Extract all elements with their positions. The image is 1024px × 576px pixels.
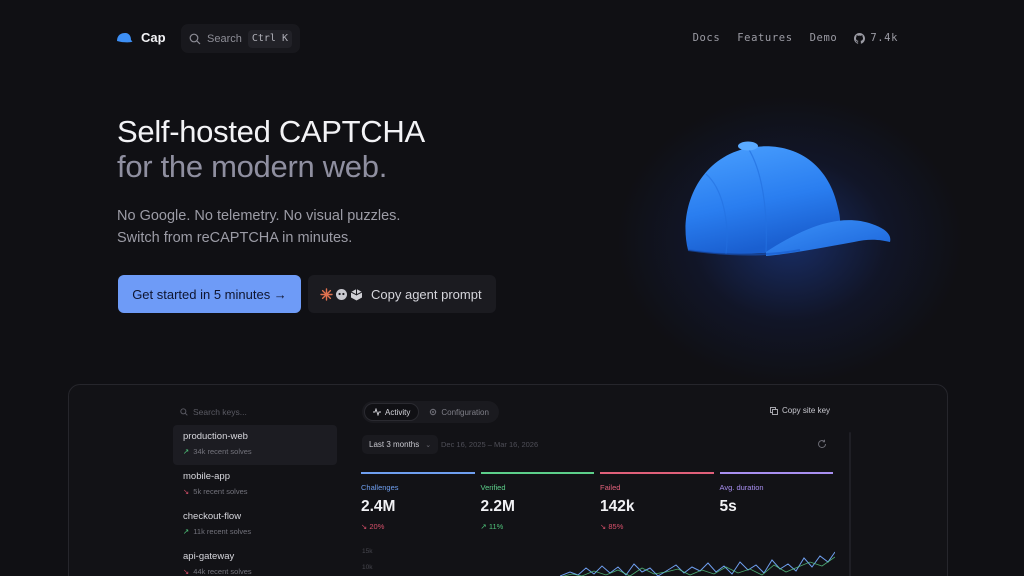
chart-axis-label: 10k <box>362 564 373 571</box>
stat-label: Avg. duration <box>719 483 764 492</box>
copy-icon <box>770 406 778 415</box>
get-started-button[interactable]: Get started in 5 minutes → <box>118 275 301 313</box>
site-key-item[interactable]: checkout-flow ↗ 11k recent solves <box>173 505 337 545</box>
stat-label: Failed <box>600 483 621 492</box>
site-key-meta: ↘ 5k recent solves <box>183 486 327 498</box>
github-icon <box>854 32 866 44</box>
site-key-solves: 34k recent solves <box>193 447 252 456</box>
github-link[interactable]: 7.4k <box>854 32 898 44</box>
agent-icons <box>320 287 363 301</box>
claude-icon <box>320 287 333 301</box>
cursor-icon <box>350 288 363 300</box>
brand-name: Cap <box>141 30 166 45</box>
date-range-text: Dec 16, 2025 – Mar 16, 2026 <box>441 440 539 449</box>
tab-configuration[interactable]: Configuration <box>421 403 497 421</box>
site-key-name: mobile-app <box>183 471 230 482</box>
site-key-name: api-gateway <box>183 551 235 562</box>
site-key-meta: ↗ 34k recent solves <box>183 446 327 458</box>
copy-agent-prompt-label: Copy agent prompt <box>371 286 482 302</box>
tab-activity[interactable]: Activity <box>364 403 420 421</box>
stat-delta-value: 11% <box>488 522 504 531</box>
stat-avg-duration: Avg. duration 5s <box>719 472 833 532</box>
search-label: Search <box>207 32 242 45</box>
site-key-name: checkout-flow <box>183 511 242 522</box>
nav-link-docs[interactable]: Docs <box>693 32 721 44</box>
activity-icon <box>373 408 381 416</box>
site-keys-panel: Search keys... production-web ↗ 34k recen… <box>173 399 337 576</box>
chevron-down-icon: ⌄ <box>425 441 432 449</box>
trend-up-icon: ↗ <box>183 527 190 536</box>
baseball-cap-illustration <box>685 141 891 256</box>
date-range-select[interactable]: Last 3 months ⌄ <box>362 435 439 454</box>
stat-label: Verified <box>480 483 506 492</box>
copy-site-key-button[interactable]: Copy site key <box>770 406 830 415</box>
copilot-icon <box>336 288 347 300</box>
trend-up-icon: ↗ <box>480 522 489 531</box>
site-key-item[interactable]: mobile-app ↘ 5k recent solves <box>173 465 337 505</box>
nav-links: Docs Features Demo 7.4k <box>693 32 898 44</box>
activity-chart-line <box>560 551 835 576</box>
stat-failed: Failed 142k ↘ 85% <box>600 472 714 532</box>
stat-delta: ↗ 11% <box>481 522 595 532</box>
site-key-solves: 44k recent solves <box>193 567 252 576</box>
stat-verified: Verified 2.2M ↗ 11% <box>480 472 595 532</box>
search-icon <box>189 33 201 44</box>
trend-down-icon: ↘ <box>183 487 190 496</box>
site-key-item[interactable]: api-gateway ↘ 44k recent solves <box>173 545 337 576</box>
stat-value: 5s <box>719 498 737 515</box>
copy-agent-prompt-button[interactable]: Copy agent prompt <box>308 275 496 313</box>
stat-value: 2.4M <box>361 498 396 515</box>
top-nav: Cap Search Ctrl K Docs Features Demo 7.4… <box>0 0 1024 78</box>
tab-activity-label: Activity <box>385 407 411 417</box>
hero-description: No Google. No telemetry. No visual puzzl… <box>117 205 400 249</box>
stat-delta-value: 20% <box>369 522 385 531</box>
stat-delta: ↘ 20% <box>361 522 475 532</box>
search-icon <box>180 408 188 416</box>
copy-site-key-label: Copy site key <box>782 406 831 415</box>
cap-logo-icon <box>117 32 133 42</box>
trend-down-icon: ↘ <box>183 567 190 576</box>
hero-title: Self-hosted CAPTCHA <box>117 114 425 149</box>
stats-row: Challenges 2.4M ↘ 20% Verified 2.2M ↗ 11… <box>361 472 833 532</box>
scrollbar[interactable] <box>849 432 851 576</box>
hero-subtitle: for the modern web. <box>117 149 388 184</box>
brand[interactable]: Cap <box>116 30 166 45</box>
site-key-item[interactable]: production-web ↗ 34k recent solves <box>173 425 337 465</box>
site-key-meta: ↘ 44k recent solves <box>183 566 327 576</box>
search-button[interactable]: Search Ctrl K <box>181 24 300 53</box>
hero-desc-line-2: Switch from reCAPTCHA in minutes. <box>117 230 353 246</box>
nav-link-demo[interactable]: Demo <box>810 32 838 44</box>
site-key-solves: 5k recent solves <box>193 487 248 496</box>
hero-desc-line-1: No Google. No telemetry. No visual puzzl… <box>117 208 401 224</box>
site-key-meta: ↗ 11k recent solves <box>183 526 327 538</box>
refresh-icon[interactable] <box>817 439 827 449</box>
stat-delta: ↘ 85% <box>600 522 714 532</box>
trend-up-icon: ↗ <box>183 447 190 456</box>
stat-label: Challenges <box>361 483 399 492</box>
date-range-label: Last 3 months <box>369 440 420 449</box>
nav-link-features[interactable]: Features <box>737 32 792 44</box>
stat-delta-value: 85% <box>608 522 624 531</box>
stat-challenges: Challenges 2.4M ↘ 20% <box>361 472 475 532</box>
site-key-name: production-web <box>183 431 248 442</box>
gear-icon <box>430 408 437 416</box>
github-stars: 7.4k <box>870 32 898 44</box>
tab-configuration-label: Configuration <box>441 407 489 417</box>
activity-chart <box>560 551 835 576</box>
keys-search-input[interactable]: Search keys... <box>173 399 337 425</box>
site-key-solves: 11k recent solves <box>193 527 252 536</box>
keys-search-placeholder: Search keys... <box>193 407 247 417</box>
search-shortcut: Ctrl K <box>247 29 292 48</box>
chart-axis-label: 15k <box>362 548 373 555</box>
stat-value: 2.2M <box>480 498 515 515</box>
stat-value: 142k <box>600 498 635 515</box>
dashboard-tabs: Activity Configuration <box>362 401 499 423</box>
